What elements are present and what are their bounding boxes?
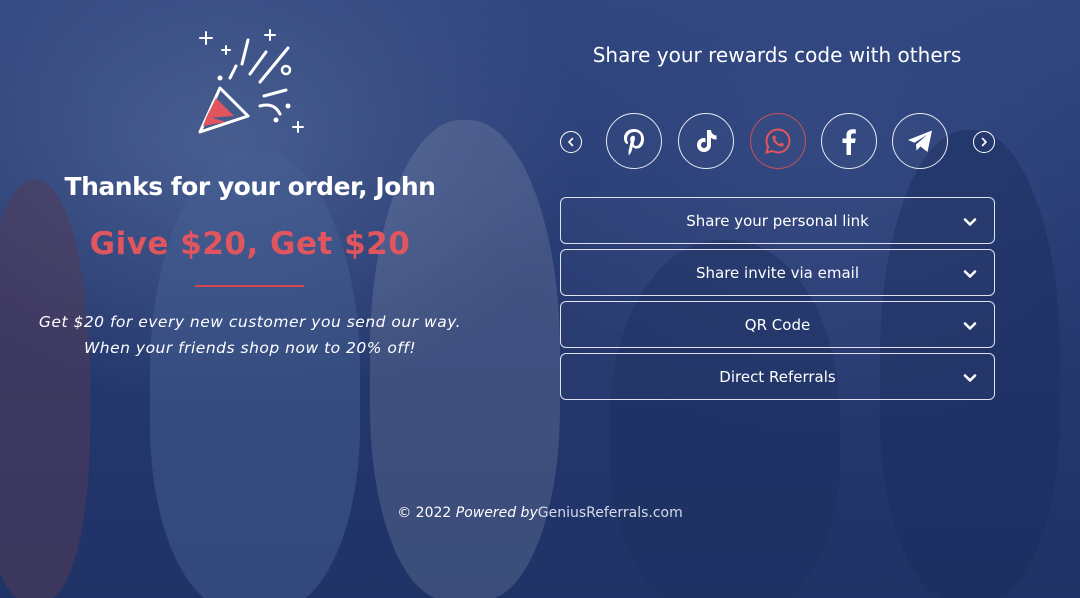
chevron-right-icon bbox=[981, 137, 987, 147]
share-whatsapp-button[interactable] bbox=[750, 113, 806, 169]
party-popper-icon bbox=[198, 29, 304, 134]
share-facebook-button[interactable] bbox=[821, 113, 877, 169]
description-line-1: Get $20 for every new customer you send … bbox=[38, 313, 462, 331]
accordion-label: Direct Referrals bbox=[719, 367, 836, 386]
share-title: Share your rewards code with others bbox=[592, 43, 962, 67]
chevron-left-icon bbox=[568, 137, 574, 147]
share-pinterest-button[interactable] bbox=[606, 113, 662, 169]
accordion-label: QR Code bbox=[744, 315, 811, 334]
tiktok-icon bbox=[697, 130, 717, 152]
accordion-label: Share invite via email bbox=[695, 263, 860, 282]
copyright-text: © 2022 bbox=[397, 505, 452, 521]
footer: © 2022 Powered byGeniusReferrals.com bbox=[0, 505, 1080, 521]
reward-offer: Give $20, Get $20 bbox=[89, 226, 411, 262]
facebook-icon bbox=[842, 129, 856, 155]
chevron-down-icon bbox=[963, 270, 977, 278]
carousel-prev-button[interactable] bbox=[560, 131, 582, 153]
share-personal-link-accordion[interactable]: Share your personal link bbox=[560, 197, 995, 244]
telegram-icon bbox=[908, 130, 932, 152]
description-line-2: When your friends shop now to 20% off! bbox=[83, 339, 417, 357]
page-title: Thanks for your order, John bbox=[64, 172, 436, 201]
whatsapp-icon bbox=[765, 128, 791, 154]
qr-code-accordion[interactable]: QR Code bbox=[560, 301, 995, 348]
share-email-invite-accordion[interactable]: Share invite via email bbox=[560, 249, 995, 296]
share-tiktok-button[interactable] bbox=[678, 113, 734, 169]
share-telegram-button[interactable] bbox=[892, 113, 948, 169]
chevron-down-icon bbox=[963, 218, 977, 226]
chevron-down-icon bbox=[963, 322, 977, 330]
chevron-down-icon bbox=[963, 374, 977, 382]
divider bbox=[195, 285, 304, 287]
powered-by-text: Powered by bbox=[455, 505, 538, 521]
carousel-next-button[interactable] bbox=[973, 131, 995, 153]
pinterest-icon bbox=[624, 129, 644, 156]
direct-referrals-accordion[interactable]: Direct Referrals bbox=[560, 353, 995, 400]
brand-link[interactable]: GeniusReferrals.com bbox=[538, 505, 683, 521]
accordion-label: Share your personal link bbox=[686, 211, 869, 230]
